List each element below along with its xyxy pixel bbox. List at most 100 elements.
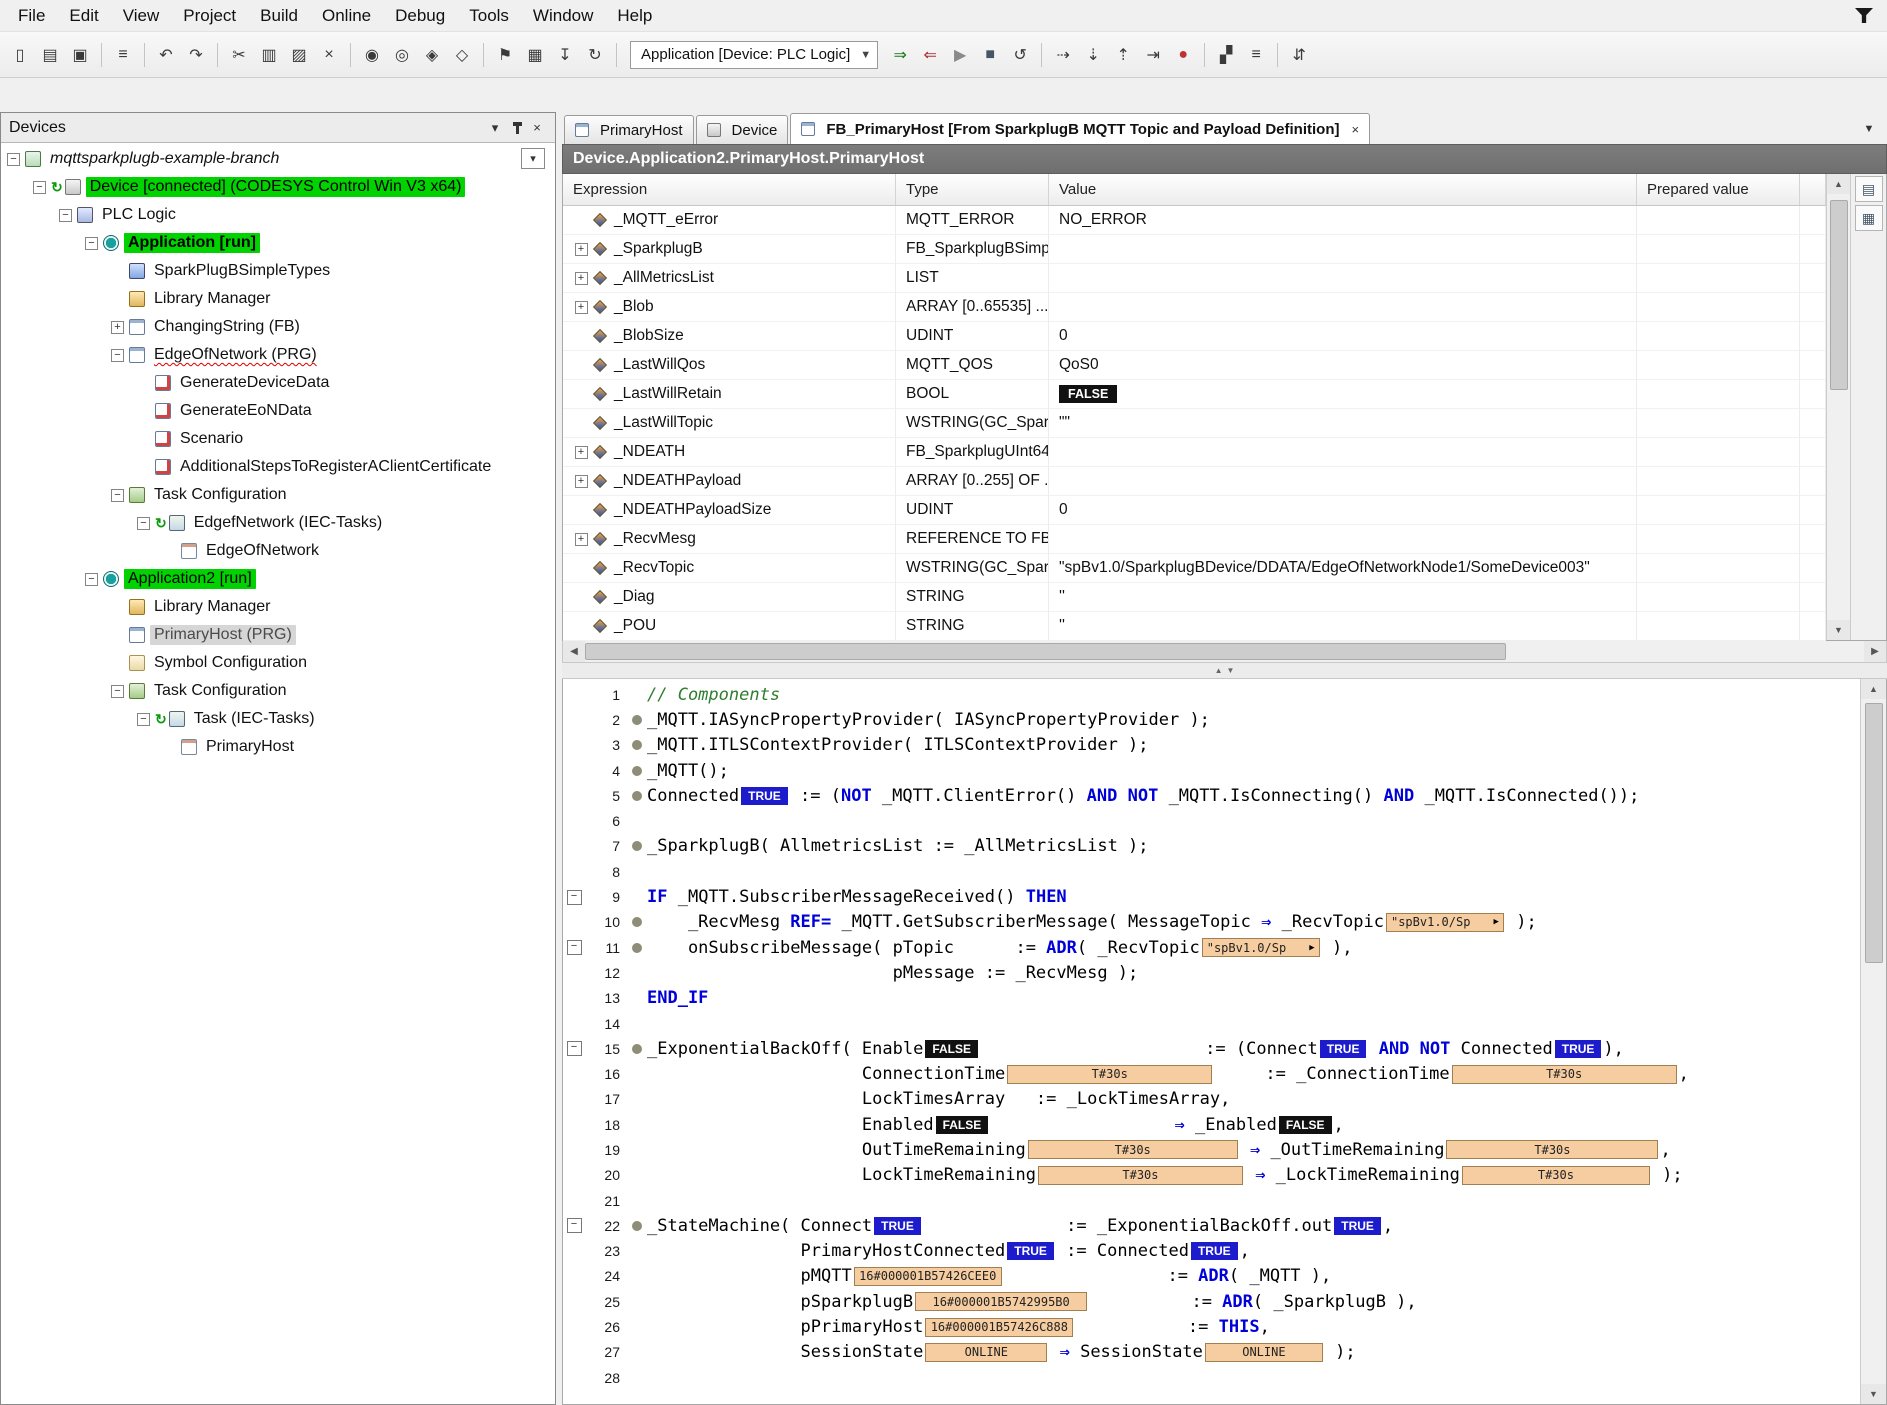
close-icon[interactable]: × <box>1351 122 1359 137</box>
tree-item[interactable]: Symbol Configuration <box>1 649 555 677</box>
watch-prepared-value[interactable] <box>1637 525 1800 554</box>
code-line[interactable]: 14 <box>563 1011 1860 1036</box>
watch-row[interactable]: _LastWillRetainBOOLFALSE <box>563 380 1826 409</box>
save-button[interactable]: ▣ <box>66 41 94 69</box>
panel-menu-icon[interactable]: ▾ <box>485 118 505 138</box>
code-line[interactable]: 6 <box>563 808 1860 833</box>
tree-expander-icon[interactable]: − <box>33 181 46 194</box>
inline-value-box[interactable]: "spBv1.0/Sp▶ <box>1202 938 1320 957</box>
code-line[interactable]: 2_MQTT.IASyncPropertyProvider( IASyncPro… <box>563 707 1860 732</box>
watch-prepared-value[interactable] <box>1637 380 1800 409</box>
expand-icon[interactable]: + <box>575 446 588 459</box>
watch-horizontal-scrollbar[interactable]: ◀ ▶ <box>562 641 1887 663</box>
code-line[interactable]: 5ConnectedTRUE := (NOT _MQTT.ClientError… <box>563 783 1860 808</box>
undo-button[interactable]: ↶ <box>152 41 180 69</box>
column-header-spacer[interactable] <box>1800 174 1826 205</box>
code-vertical-scrollbar[interactable]: ▲ ▼ <box>1860 679 1886 1404</box>
fold-icon[interactable] <box>563 1041 585 1056</box>
redo-button[interactable]: ↷ <box>182 41 210 69</box>
code-line[interactable]: 25 pSparkplugB16#000001B5742995B0 := ADR… <box>563 1289 1860 1314</box>
code-line[interactable]: 26 pPrimaryHost16#000001B57426C888 := TH… <box>563 1314 1860 1339</box>
row-expander-icon[interactable]: + <box>573 446 589 459</box>
code-line[interactable]: 13END_IF <box>563 986 1860 1011</box>
watch-row[interactable]: +_RecvMesgREFERENCE TO FB_... <box>563 525 1826 554</box>
tree-item[interactable]: Library Manager <box>1 593 555 621</box>
inline-value-box[interactable]: T#30s <box>1446 1140 1658 1159</box>
tree-expander-icon[interactable]: + <box>111 321 124 334</box>
tree-item[interactable]: GenerateEoNData <box>1 397 555 425</box>
tree-expander-icon[interactable]: − <box>111 685 124 698</box>
tree-item[interactable]: PrimaryHost (PRG) <box>1 621 555 649</box>
watch-prepared-value[interactable] <box>1637 322 1800 351</box>
watch-prepared-value[interactable] <box>1637 206 1800 235</box>
watch-prepared-value[interactable] <box>1637 264 1800 293</box>
inline-value-box[interactable]: T#30s <box>1007 1065 1212 1084</box>
watch-prepared-value[interactable] <box>1637 293 1800 322</box>
print-button[interactable]: ≡ <box>109 41 137 69</box>
tree-item[interactable]: −↻EdgefNetwork (IEC-Tasks) <box>1 509 555 537</box>
tree-item[interactable]: −EdgeOfNetwork (PRG) <box>1 341 555 369</box>
menu-window[interactable]: Window <box>521 0 605 32</box>
splitter-down-icon[interactable]: ▼ <box>1227 666 1235 675</box>
code-line[interactable]: 7_SparkplugB( AllmetricsList := _AllMetr… <box>563 834 1860 859</box>
display-mode-button[interactable]: ▞ <box>1212 41 1240 69</box>
watch-prepared-value[interactable] <box>1637 467 1800 496</box>
tree-item[interactable]: SparkPlugBSimpleTypes <box>1 257 555 285</box>
column-header-expression[interactable]: Expression <box>563 174 896 205</box>
inline-value-box[interactable]: 16#000001B5742995B0 <box>915 1292 1087 1311</box>
tree-expander-icon[interactable]: − <box>59 209 72 222</box>
tree-item[interactable]: AdditionalStepsToRegisterAClientCertific… <box>1 453 555 481</box>
watch-row[interactable]: +_SparkplugBFB_SparkplugBSimple <box>563 235 1826 264</box>
code-line[interactable]: 22_StateMachine( ConnectTRUE := _Exponen… <box>563 1213 1860 1238</box>
code-line[interactable]: 10 _RecvMesg REF= _MQTT.GetSubscriberMes… <box>563 910 1860 935</box>
tree-item[interactable]: −mqttsparkplugb-example-branch▾ <box>1 145 555 173</box>
run-to-cursor-button[interactable]: ⇥ <box>1139 41 1167 69</box>
row-expander-icon[interactable]: + <box>573 243 589 256</box>
watch-row[interactable]: _LastWillTopicWSTRING(GC_Spark..."" <box>563 409 1826 438</box>
tree-expander-icon[interactable]: − <box>7 153 20 166</box>
tabular-view-button[interactable]: ▤ <box>1855 176 1883 202</box>
logout-button[interactable]: ⇐ <box>916 41 944 69</box>
code-line[interactable]: 1// Components <box>563 682 1860 707</box>
watch-row[interactable]: _MQTT_eErrorMQTT_ERRORNO_ERROR <box>563 206 1826 235</box>
tree-item[interactable]: PrimaryHost <box>1 733 555 761</box>
watch-row[interactable]: +_NDEATHPayloadARRAY [0..255] OF ... <box>563 467 1826 496</box>
inline-value-box[interactable]: ONLINE <box>925 1343 1047 1362</box>
tree-expander-icon[interactable]: − <box>111 349 124 362</box>
inline-value-box[interactable]: T#30s <box>1028 1140 1238 1159</box>
watch-prepared-value[interactable] <box>1637 438 1800 467</box>
expand-icon[interactable]: + <box>575 475 588 488</box>
stop-button[interactable]: ■ <box>976 41 1004 69</box>
watch-row[interactable]: +_BlobARRAY [0..65535] ... <box>563 293 1826 322</box>
code-line[interactable]: 28 <box>563 1365 1860 1390</box>
new-file-button[interactable]: ▯ <box>6 41 34 69</box>
code-line[interactable]: 8 <box>563 859 1860 884</box>
watch-prepared-value[interactable] <box>1637 496 1800 525</box>
tree-expander-icon[interactable]: − <box>85 237 98 250</box>
fold-icon[interactable] <box>563 1218 585 1233</box>
tree-item[interactable]: EdgeOfNetwork <box>1 537 555 565</box>
open-file-button[interactable]: ▤ <box>36 41 64 69</box>
tree-item[interactable]: −Task Configuration <box>1 677 555 705</box>
find-all-button[interactable]: ◈ <box>418 41 446 69</box>
breakpoint-button[interactable]: ● <box>1169 41 1197 69</box>
scrollbar-thumb[interactable] <box>1830 200 1848 390</box>
refresh-button[interactable]: ↻ <box>581 41 609 69</box>
build-button[interactable]: ▦ <box>521 41 549 69</box>
code-line[interactable]: 20 LockTimeRemainingT#30s ⇒ _LockTimeRem… <box>563 1163 1860 1188</box>
step-into-button[interactable]: ⇣ <box>1079 41 1107 69</box>
tree-item[interactable]: −Application [run] <box>1 229 555 257</box>
watch-vertical-scrollbar[interactable]: ▲ ▼ <box>1826 174 1850 640</box>
code-line[interactable]: 18 EnabledFALSE ⇒ _EnabledFALSE, <box>563 1112 1860 1137</box>
tree-item[interactable]: Scenario <box>1 425 555 453</box>
filter-icon[interactable] <box>1855 8 1873 23</box>
code-line[interactable]: 24 pMQTT16#000001B57426CEE0 := ADR( _MQT… <box>563 1264 1860 1289</box>
inline-value-box[interactable]: 16#000001B57426CEE0 <box>854 1267 1002 1286</box>
fold-icon[interactable] <box>563 890 585 905</box>
cut-button[interactable]: ✂ <box>225 41 253 69</box>
code-line[interactable]: 12 pMessage := _RecvMesg ); <box>563 960 1860 985</box>
menu-build[interactable]: Build <box>248 0 310 32</box>
watch-row[interactable]: _DiagSTRING'' <box>563 583 1826 612</box>
tree-expander-icon[interactable]: − <box>111 489 124 502</box>
code-line[interactable]: 17 LockTimesArray := _LockTimesArray, <box>563 1087 1860 1112</box>
